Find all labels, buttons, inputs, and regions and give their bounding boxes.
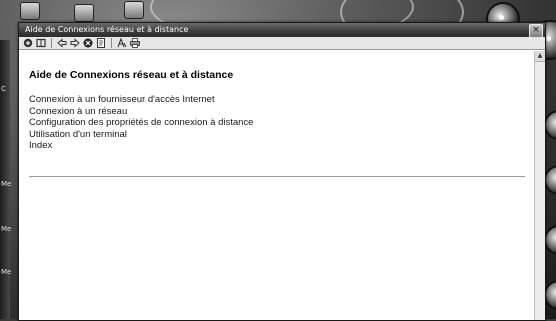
window-title: Aide de Connexions réseau et à distance: [25, 25, 189, 34]
topic-link-terminal[interactable]: Utilisation d'un terminal: [29, 129, 253, 141]
scroll-up-arrow-icon[interactable]: ▲: [535, 51, 545, 62]
font-icon[interactable]: [117, 38, 127, 48]
topic-link-dialup-properties[interactable]: Configuration des propriétés de connexio…: [29, 117, 253, 129]
help-toolbar: [19, 37, 545, 50]
desktop-side-label: Me: [1, 225, 12, 233]
desktop-icon-computer[interactable]: [20, 2, 40, 20]
close-button[interactable]: ×: [529, 24, 543, 38]
toolbar-separator: [51, 38, 52, 48]
topic-link-network[interactable]: Connexion à un réseau: [29, 106, 253, 118]
desktop-side-label: C: [1, 85, 6, 93]
refresh-icon[interactable]: [96, 38, 106, 48]
desktop-side-label: Me: [1, 268, 12, 276]
topic-link-isp[interactable]: Connexion à un fournisseur d'accès Inter…: [29, 94, 253, 106]
locate-icon[interactable]: [36, 38, 46, 48]
window-titlebar[interactable]: Aide de Connexions réseau et à distance …: [19, 23, 545, 38]
desktop-side-label: Me: [1, 180, 12, 188]
topic-link-index[interactable]: Index: [29, 140, 253, 152]
print-icon[interactable]: [130, 38, 140, 48]
toolbar-separator: [111, 38, 112, 48]
desktop-icon-documents[interactable]: [124, 1, 144, 19]
desktop-icon-network[interactable]: [74, 4, 94, 22]
help-content: Aide de Connexions réseau et à distance …: [19, 51, 535, 320]
back-icon[interactable]: [57, 38, 67, 48]
vertical-scrollbar[interactable]: ▲: [534, 51, 545, 320]
hide-icon[interactable]: [23, 38, 33, 48]
content-divider: [29, 176, 525, 177]
page-title: Aide de Connexions réseau et à distance: [29, 69, 234, 81]
forward-icon[interactable]: [70, 38, 80, 48]
topic-list: Connexion à un fournisseur d'accès Inter…: [29, 94, 253, 152]
stop-icon[interactable]: [83, 38, 93, 48]
help-window: Aide de Connexions réseau et à distance …: [18, 22, 546, 321]
